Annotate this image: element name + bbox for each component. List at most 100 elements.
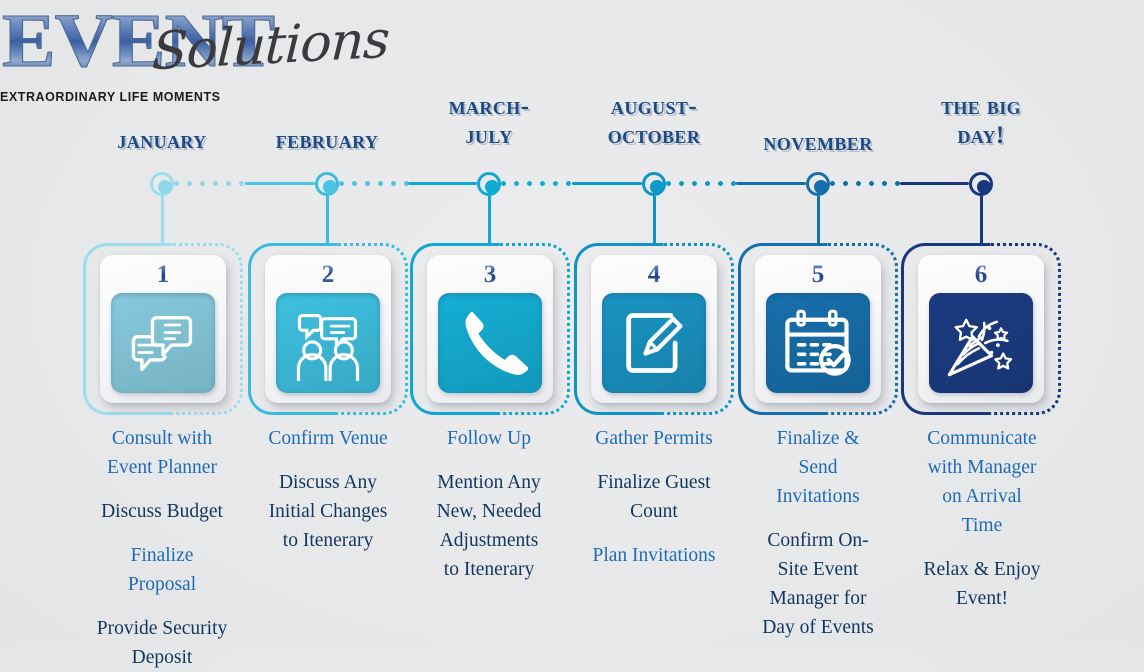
- timeline-dotted-segment: [174, 181, 245, 186]
- timeline-dotted-segment: [666, 181, 736, 186]
- text-gap: [733, 511, 903, 526]
- step-text-line: Consult with: [111, 428, 213, 449]
- timeline-stem: [980, 196, 983, 243]
- timeline-solid-segment: [736, 182, 806, 185]
- timeline-node-dot: [814, 180, 828, 194]
- logo-script-word: Solutions: [150, 9, 391, 83]
- text-gap: [77, 526, 247, 541]
- step-text-line: on Arrival: [942, 486, 1022, 507]
- timeline-solid-segment: [571, 182, 642, 185]
- phone-handset-icon: [465, 311, 528, 375]
- timeline-track: [0, 172, 1144, 196]
- step-text-column-4: Gather Permits Finalize Guest Count Plan In…: [569, 424, 739, 570]
- step-text-line: Gather Permits: [595, 428, 713, 449]
- step-frame-6[interactable]: 6: [901, 243, 1061, 415]
- step-text-line: Day of Events: [762, 617, 874, 638]
- step-text-line: Site Event: [777, 559, 859, 580]
- timeline-node-dot: [158, 180, 172, 194]
- timeline-header-3: March- July: [394, 92, 584, 150]
- text-gap: [404, 453, 574, 468]
- timeline-node-dot: [485, 180, 499, 194]
- party-popper-icon: [947, 318, 1013, 377]
- timeline-node-dot: [650, 180, 664, 194]
- header-line: March-: [448, 93, 530, 120]
- timeline-header-4: august- October: [559, 92, 749, 150]
- step-card-2[interactable]: 2: [265, 255, 391, 403]
- timeline-stem: [488, 196, 491, 243]
- step-card-6[interactable]: 6: [918, 255, 1044, 403]
- step-text-line: Event!: [956, 588, 1008, 609]
- timeline-header-5: November: [723, 128, 913, 157]
- timeline-header-1: January: [67, 126, 257, 155]
- timeline-node-4[interactable]: [642, 172, 666, 196]
- calendar-check-icon: [785, 309, 851, 376]
- timeline-node-3[interactable]: [477, 172, 501, 196]
- step-number: 2: [265, 261, 391, 289]
- step-card-5[interactable]: 5: [755, 255, 881, 403]
- step-text-line: with Manager: [927, 457, 1037, 478]
- step-text-line: Send: [798, 457, 838, 478]
- step-card-3[interactable]: 3: [427, 255, 553, 403]
- step-text-line: Finalize: [130, 545, 194, 566]
- step-card-1[interactable]: 1: [100, 255, 226, 403]
- text-gap: [569, 526, 739, 541]
- step-frame-4[interactable]: 4: [574, 243, 734, 415]
- timeline-dotted-segment: [830, 181, 900, 186]
- logo-tagline: EXTRAORDINARY LIFE MOMENTS: [0, 90, 221, 104]
- timeline-solid-segment: [408, 182, 477, 185]
- step-text-line: Confirm Venue: [268, 428, 388, 449]
- timeline-node-6[interactable]: [969, 172, 993, 196]
- step-frame-3[interactable]: 3: [410, 243, 570, 415]
- timeline-stem: [653, 196, 656, 243]
- step-text-line: Plan Invitations: [592, 545, 716, 566]
- step-number: 5: [755, 261, 881, 289]
- text-gap: [243, 453, 413, 468]
- header-line: October: [607, 122, 701, 149]
- timeline-dotted-segment: [501, 181, 572, 186]
- step-text-line: Adjustments: [439, 530, 539, 551]
- step-text-column-6: Communicate with Manager on Arrival Time Rel…: [897, 424, 1067, 613]
- step-text-line: Confirm On-: [767, 530, 869, 551]
- text-gap: [77, 599, 247, 614]
- timeline-header-6: The big day!: [886, 92, 1076, 150]
- step-text-line: Mention Any: [437, 472, 541, 493]
- step-text-line: Initial Changes: [268, 501, 388, 522]
- timeline-node-5[interactable]: [806, 172, 830, 196]
- step-text-line: Discuss Any: [278, 472, 378, 493]
- header-line: July: [465, 122, 513, 149]
- step-number: 4: [591, 261, 717, 289]
- step-text-line: Finalize Guest: [597, 472, 711, 493]
- step-text-column-2: Confirm Venue Discuss Any Initial Changes t…: [243, 424, 413, 555]
- timeline-solid-segment: [244, 182, 315, 185]
- step-text-line: to Itenerary: [282, 530, 374, 551]
- step-text-line: Finalize &: [776, 428, 860, 449]
- timeline-node-1[interactable]: [150, 172, 174, 196]
- text-gap: [897, 540, 1067, 555]
- step-frame-1[interactable]: 1: [83, 243, 243, 415]
- step-text-column-1: Consult with Event Planner Discuss Budget F…: [77, 424, 247, 672]
- step-card-4[interactable]: 4: [591, 255, 717, 403]
- step-text-line: Deposit: [131, 647, 193, 668]
- step-icon-tile: [602, 293, 706, 393]
- step-text-line: Event Planner: [107, 457, 217, 478]
- step-text-line: Time: [961, 515, 1003, 536]
- header-line: The big: [940, 93, 1022, 120]
- timeline-stem: [161, 196, 164, 243]
- step-text-line: Count: [630, 501, 678, 522]
- step-text-line: Invitations: [776, 486, 860, 507]
- step-frame-2[interactable]: 2: [248, 243, 408, 415]
- timeline-dotted-segment: [339, 181, 408, 186]
- step-frame-5[interactable]: 5: [738, 243, 898, 415]
- step-text-line: Communicate: [927, 428, 1037, 449]
- step-text-line: Follow Up: [447, 428, 531, 449]
- step-text-line: Proposal: [127, 574, 197, 595]
- infographic-canvas: EVENT Solutions EXTRAORDINARY LIFE MOMEN…: [0, 0, 1144, 668]
- step-text-line: Provide Security: [96, 618, 228, 639]
- step-text-line: to Itenerary: [443, 559, 535, 580]
- step-number: 1: [100, 261, 226, 289]
- timeline-node-2[interactable]: [315, 172, 339, 196]
- header-line: January: [117, 127, 207, 154]
- text-gap: [569, 453, 739, 468]
- timeline-node-dot: [977, 180, 991, 194]
- step-icon-tile: [766, 293, 870, 393]
